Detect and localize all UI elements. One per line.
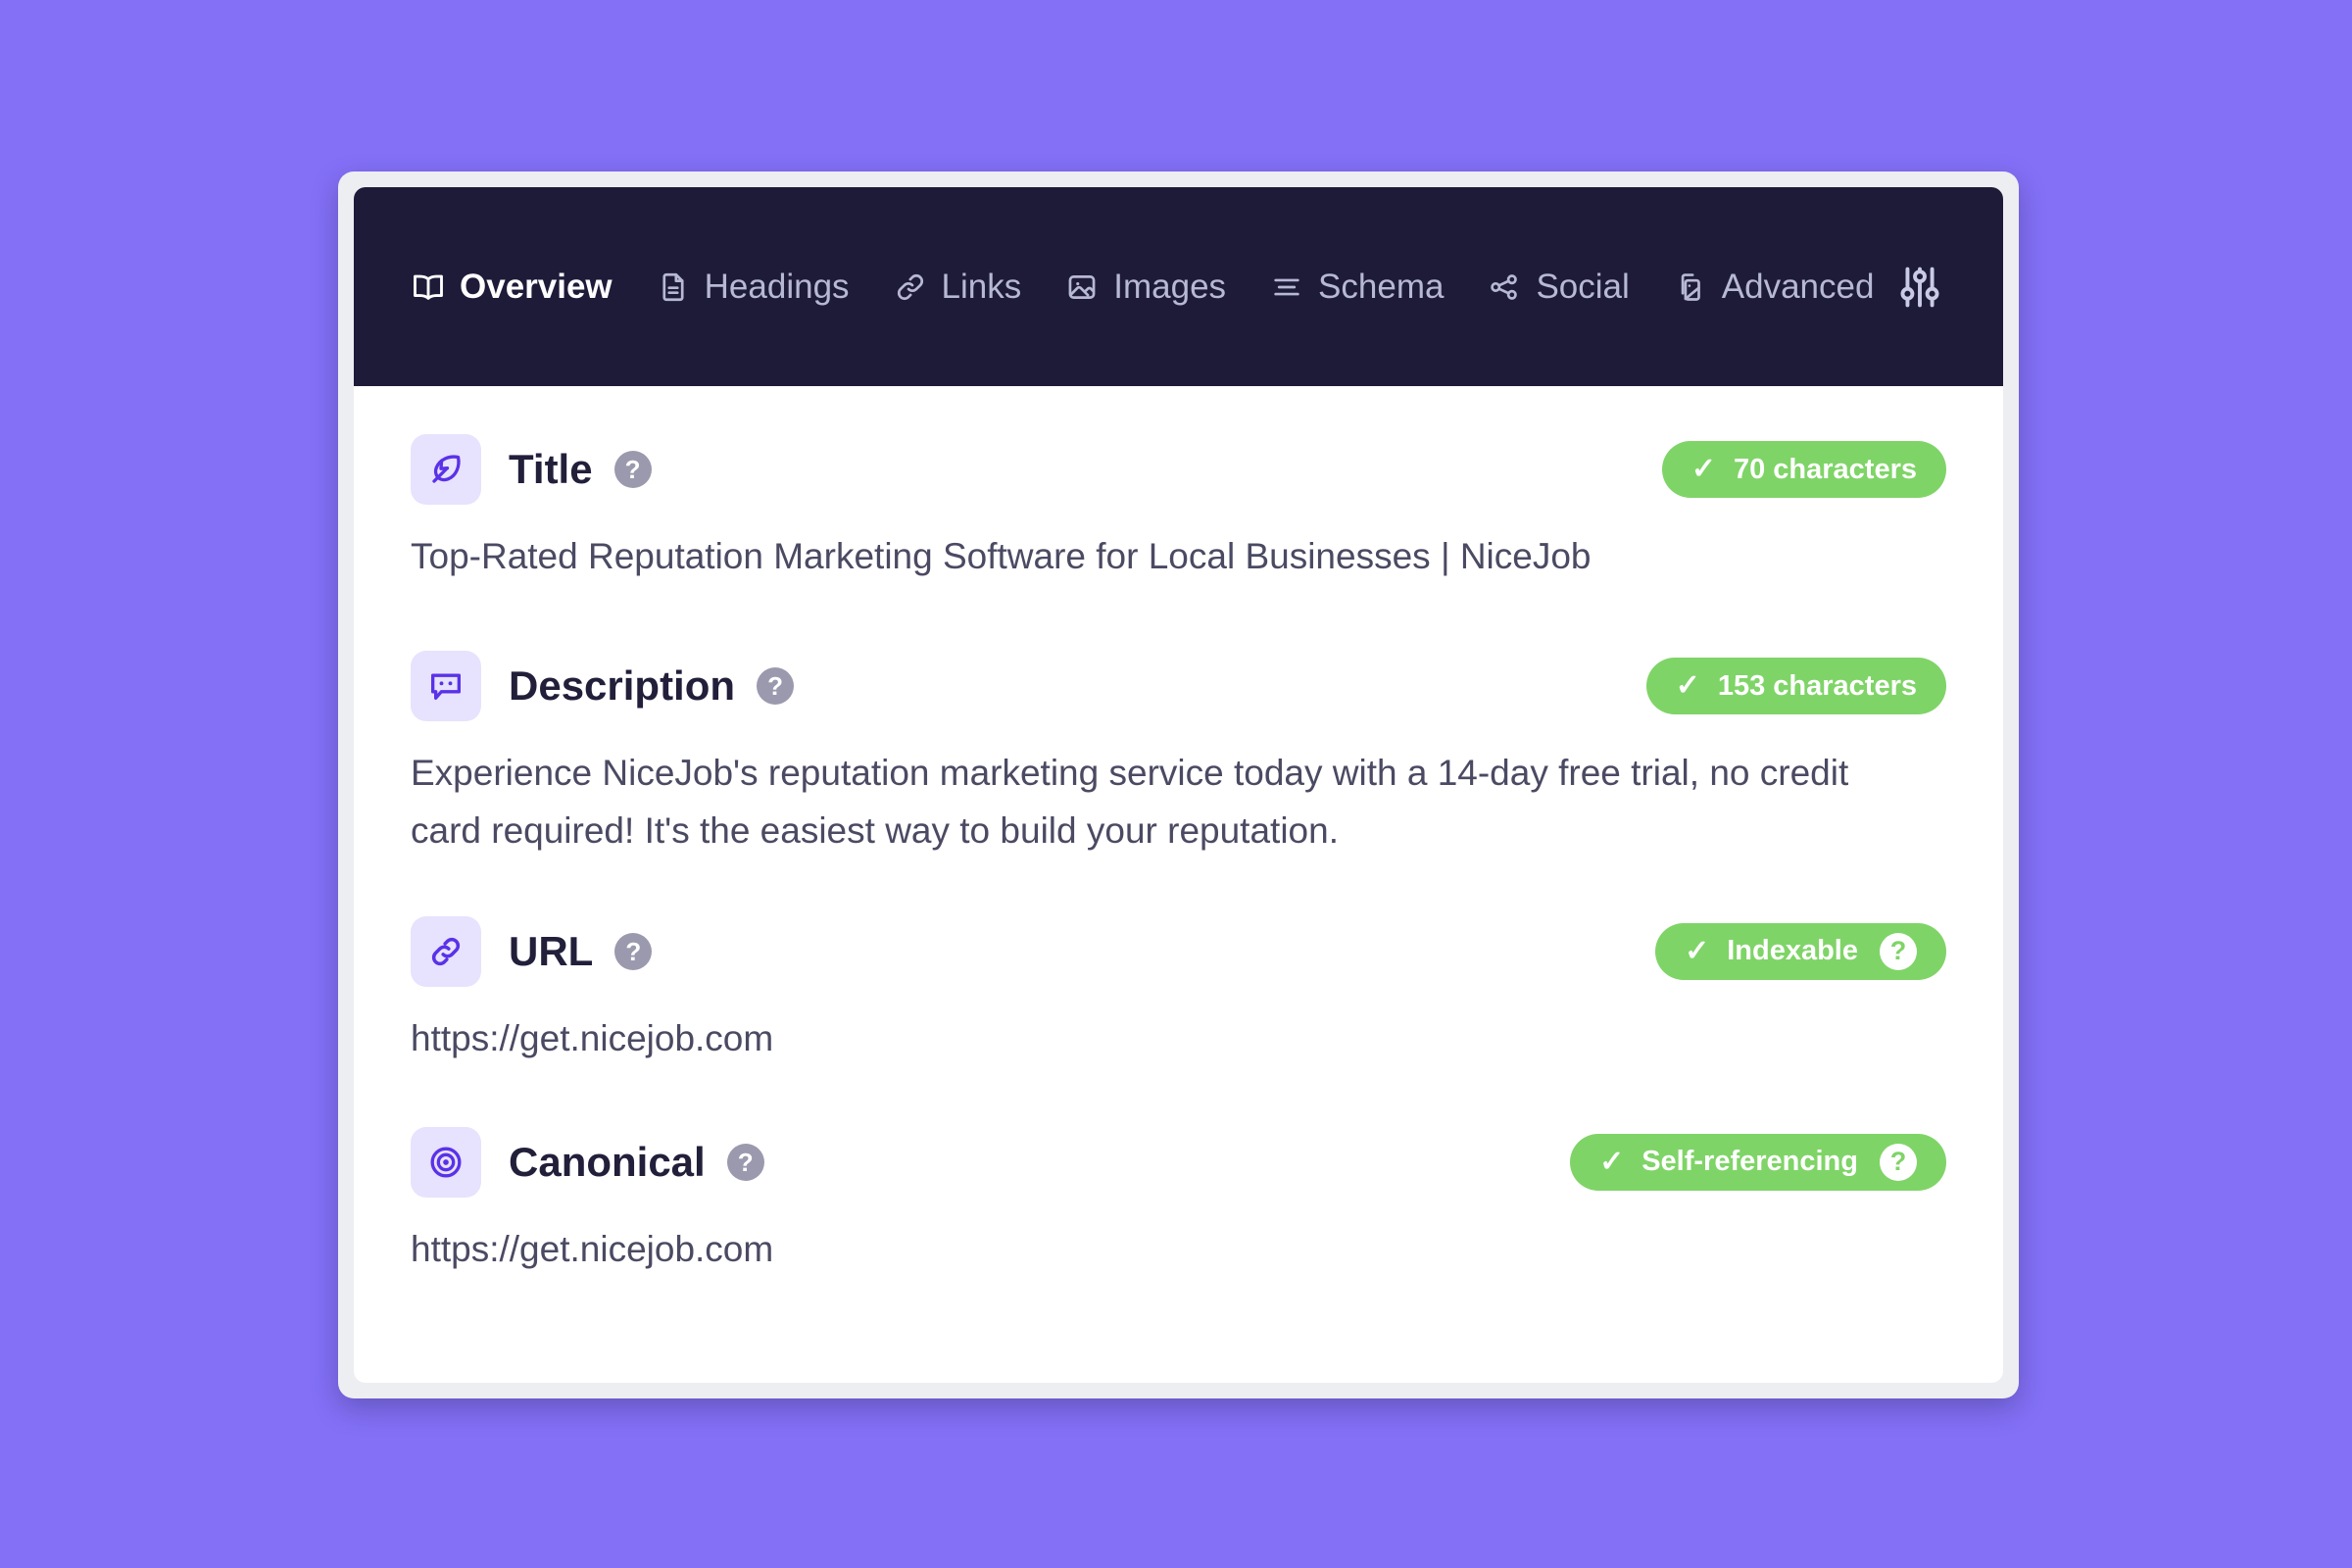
section-canonical-label: Canonical xyxy=(509,1138,706,1185)
url-help-icon[interactable]: ? xyxy=(614,932,653,970)
url-value: https://get.nicejob.com xyxy=(411,1017,774,1058)
url-status-badge: ✓ Indexable ? xyxy=(1655,922,1946,980)
check-icon: ✓ xyxy=(1685,934,1710,967)
canonical-help-icon[interactable]: ? xyxy=(726,1143,764,1181)
description-value: Experience NiceJob's reputation marketin… xyxy=(411,753,1849,852)
url-badge-label: Indexable xyxy=(1727,935,1858,967)
section-title-header: Title ? ✓ 70 characters xyxy=(411,433,1946,506)
section-url-label: URL xyxy=(509,927,594,974)
title-badge-label: 70 characters xyxy=(1733,453,1917,485)
tab-headings[interactable]: Headings xyxy=(656,270,850,305)
canonical-value: https://get.nicejob.com xyxy=(411,1228,774,1269)
tab-schema-label: Schema xyxy=(1318,268,1445,306)
description-help-icon[interactable]: ? xyxy=(757,667,795,706)
tab-advanced-label: Advanced xyxy=(1721,268,1875,306)
tab-social[interactable]: Social xyxy=(1487,268,1630,306)
check-icon: ✓ xyxy=(1690,453,1716,485)
link-icon xyxy=(893,270,928,305)
section-description-header: Description ? ✓ 153 characters xyxy=(411,650,1946,722)
section-title-label: Title xyxy=(509,446,593,492)
tab-images-label: Images xyxy=(1113,268,1227,306)
chain-link-icon xyxy=(411,915,481,987)
section-description-label: Description xyxy=(509,662,736,710)
tab-links[interactable]: Links xyxy=(893,268,1022,306)
overview-panel: Title ? ✓ 70 characters Top-Rated Reputa… xyxy=(354,386,2003,1383)
section-url: URL ? ✓ Indexable ? https://get.nicejob.… xyxy=(411,915,1946,1067)
document-icon xyxy=(656,270,691,305)
tab-advanced[interactable]: Advanced xyxy=(1673,268,1875,306)
section-description: Description ? ✓ 153 characters Experienc… xyxy=(411,650,1946,859)
check-icon: ✓ xyxy=(1599,1145,1625,1178)
tab-social-label: Social xyxy=(1536,268,1630,306)
title-help-icon[interactable]: ? xyxy=(613,451,652,488)
feather-icon xyxy=(411,434,481,505)
title-value: Top-Rated Reputation Marketing Software … xyxy=(411,536,1592,576)
list-lines-icon xyxy=(1269,270,1304,305)
image-icon xyxy=(1064,270,1100,305)
check-icon: ✓ xyxy=(1675,669,1700,703)
book-open-icon xyxy=(411,270,446,305)
description-badge-label: 153 characters xyxy=(1717,669,1917,702)
file-page-icon xyxy=(1673,270,1708,305)
app-window: Overview Headings Links Images Schema So… xyxy=(338,172,2019,1398)
tab-overview-label: Overview xyxy=(460,268,612,306)
target-icon xyxy=(411,1126,481,1198)
tab-headings-label: Headings xyxy=(704,268,850,306)
section-url-header: URL ? ✓ Indexable ? xyxy=(411,915,1946,988)
speech-bubble-icon xyxy=(411,651,481,722)
description-status-badge: ✓ 153 characters xyxy=(1645,658,1946,715)
page-root: Overview Headings Links Images Schema So… xyxy=(0,0,2352,1568)
navbar-tabs: Overview Headings Links Images Schema So… xyxy=(411,270,1878,305)
tab-links-label: Links xyxy=(941,268,1022,306)
canonical-status-badge: ✓ Self-referencing ? xyxy=(1570,1133,1946,1191)
self-referencing-help-icon[interactable]: ? xyxy=(1880,1143,1917,1181)
canonical-badge-label: Self-referencing xyxy=(1642,1146,1858,1178)
navbar: Overview Headings Links Images Schema So… xyxy=(354,187,2003,386)
indexable-help-icon[interactable]: ? xyxy=(1880,932,1917,970)
tab-schema[interactable]: Schema xyxy=(1269,270,1444,305)
share-network-icon xyxy=(1487,270,1522,305)
title-status-badge: ✓ 70 characters xyxy=(1661,441,1946,498)
section-canonical: Canonical ? ✓ Self-referencing ? https:/… xyxy=(411,1126,1946,1278)
tab-images[interactable]: Images xyxy=(1064,270,1226,305)
tab-overview[interactable]: Overview xyxy=(411,270,612,305)
section-title: Title ? ✓ 70 characters Top-Rated Reputa… xyxy=(411,433,1946,585)
section-canonical-header: Canonical ? ✓ Self-referencing ? xyxy=(411,1126,1946,1199)
sliders-icon[interactable] xyxy=(1893,261,1946,314)
